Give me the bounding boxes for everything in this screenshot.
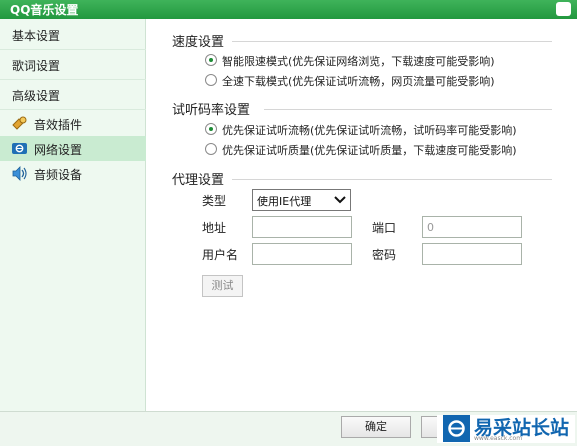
proxy-address-input[interactable] xyxy=(252,216,352,238)
radio-button[interactable] xyxy=(205,143,217,155)
network-icon xyxy=(12,143,27,154)
test-button[interactable]: 测试 xyxy=(202,275,243,297)
sidebar-item-effects-plugin[interactable]: 音效插件 xyxy=(0,111,146,136)
sidebar-item-lyrics[interactable]: 歌词设置 xyxy=(0,50,146,80)
proxy-password-input[interactable] xyxy=(422,243,522,265)
bitrate-option-quality[interactable]: 优先保证试听质量(优先保证试听质量，下载速度可能受影响) xyxy=(205,142,517,158)
ok-button[interactable]: 确定 xyxy=(341,416,411,438)
proxy-type-select[interactable]: 使用IE代理 xyxy=(252,189,351,211)
effects-plugin-icon xyxy=(12,116,27,130)
sidebar-item-label: 歌词设置 xyxy=(12,59,61,73)
sidebar: 基本设置 歌词设置 高级设置 音效插件 网络设置 音频设备 xyxy=(0,19,146,411)
speed-section-title: 速度设置 xyxy=(172,35,225,50)
settings-panel: 速度设置 智能限速模式(优先保证网络浏览，下载速度可能受影响) 全速下载模式(优… xyxy=(146,19,577,411)
watermark-logo-icon xyxy=(443,415,470,442)
proxy-section-title: 代理设置 xyxy=(172,173,225,188)
divider xyxy=(232,41,552,42)
speed-option-label: 智能限速模式(优先保证网络浏览，下载速度可能受影响) xyxy=(222,55,495,68)
bitrate-option-label: 优先保证试听流畅(优先保证试听流畅，试听码率可能受影响) xyxy=(222,124,517,137)
proxy-port-input[interactable] xyxy=(422,216,522,238)
close-button[interactable] xyxy=(556,2,571,16)
proxy-type-label: 类型 xyxy=(202,194,227,208)
bitrate-option-label: 优先保证试听质量(优先保证试听质量，下载速度可能受影响) xyxy=(222,144,517,157)
proxy-type-value: 使用IE代理 xyxy=(257,195,312,208)
window-title: QQ音乐设置 xyxy=(10,3,79,17)
sidebar-item-basic[interactable]: 基本设置 xyxy=(0,20,146,50)
radio-button[interactable] xyxy=(205,123,217,135)
chevron-down-icon xyxy=(334,196,346,204)
audio-device-icon xyxy=(12,166,27,181)
proxy-port-label: 端口 xyxy=(372,221,397,235)
radio-button[interactable] xyxy=(205,74,217,86)
sidebar-item-advanced[interactable]: 高级设置 xyxy=(0,80,146,110)
title-bar: QQ音乐设置 xyxy=(0,0,577,19)
speed-option-smart[interactable]: 智能限速模式(优先保证网络浏览，下载速度可能受影响) xyxy=(205,53,495,69)
speed-option-full[interactable]: 全速下载模式(优先保证试听流畅，网页流量可能受影响) xyxy=(205,73,495,89)
proxy-username-label: 用户名 xyxy=(202,248,239,262)
radio-button[interactable] xyxy=(205,54,217,66)
speed-option-label: 全速下载模式(优先保证试听流畅，网页流量可能受影响) xyxy=(222,75,495,88)
sidebar-item-label: 高级设置 xyxy=(12,89,61,103)
sidebar-item-label: 基本设置 xyxy=(12,29,61,43)
proxy-password-label: 密码 xyxy=(372,248,397,262)
proxy-username-input[interactable] xyxy=(252,243,352,265)
sidebar-item-audio-device[interactable]: 音频设备 xyxy=(0,161,146,186)
bitrate-option-smooth[interactable]: 优先保证试听流畅(优先保证试听流畅，试听码率可能受影响) xyxy=(205,122,517,138)
divider xyxy=(232,179,552,180)
sidebar-item-label: 音频设备 xyxy=(34,168,83,182)
sidebar-item-network[interactable]: 网络设置 xyxy=(0,136,146,161)
proxy-address-label: 地址 xyxy=(202,221,227,235)
sidebar-item-label: 网络设置 xyxy=(34,143,83,157)
watermark-url: www.easck.com xyxy=(474,435,523,442)
sidebar-item-label: 音效插件 xyxy=(34,118,83,132)
divider xyxy=(264,109,552,110)
bitrate-section-title: 试听码率设置 xyxy=(172,103,251,118)
